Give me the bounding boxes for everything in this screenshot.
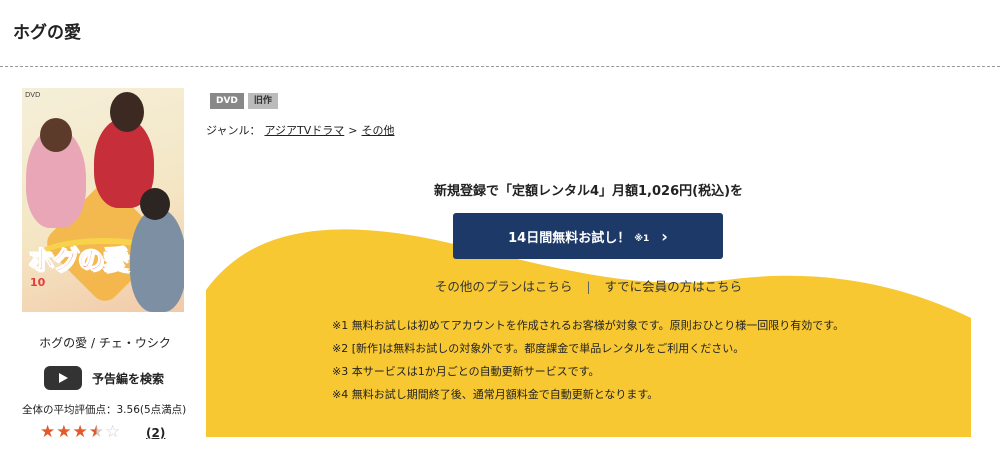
cover-volume: 10 — [30, 276, 46, 289]
page-title: ホグの愛 — [13, 23, 81, 43]
other-plans-link[interactable]: その他のプランはこちら — [435, 279, 573, 294]
cover-figure-right-head — [140, 188, 170, 220]
cover-dvd-mark: DVD — [25, 91, 41, 99]
badge-dvd: DVD — [210, 93, 244, 109]
play-icon — [44, 366, 82, 390]
cover-figure-right — [130, 208, 184, 312]
genre-link-other[interactable]: その他 — [361, 122, 394, 138]
star-full-icon: ★ — [40, 422, 56, 442]
plan-links: その他のプランはこちら | すでに会員の方はこちら — [206, 276, 971, 295]
free-trial-note: ※1 — [634, 234, 650, 244]
rating-stars: ★ ★ ★ ★ ☆ — [40, 424, 120, 441]
member-login-link[interactable]: すでに会員の方はこちら — [605, 279, 743, 294]
promo-notes: ※1 無料お試しは初めてアカウントを作成されるお客様が対象です。原則おひとり様一… — [332, 314, 844, 406]
format-badges: DVD 旧作 — [210, 93, 278, 109]
free-trial-button[interactable]: 14日間無料お試し！ ※1 › — [453, 213, 723, 259]
review-count-link[interactable]: (2) — [146, 426, 165, 440]
genre-separator: > — [348, 123, 358, 137]
cover-image[interactable]: DVD ホグの愛 10 — [22, 88, 184, 312]
note-item: ※4 無料お試し期間終了後、通常月額料金で自動更新となります。 — [332, 388, 659, 401]
note-item: ※1 無料お試しは初めてアカウントを作成されるお客様が対象です。原則おひとり様一… — [332, 319, 845, 332]
divider — [0, 66, 1000, 67]
trailer-label: 予告編を検索 — [92, 371, 165, 386]
cover-figure-top-head — [110, 92, 144, 132]
cover-figure-left-head — [40, 118, 72, 152]
note-item: ※3 本サービスは1か月ごとの自動更新サービスです。 — [332, 365, 600, 378]
promo-headline: 新規登録で「定額レンタル4」月額1,026円(税込)を — [433, 184, 744, 199]
chevron-right-icon: › — [661, 226, 668, 246]
genre-breadcrumb: ジャンル： アジアTVドラマ > その他 — [206, 122, 394, 138]
note-item: ※2 [新作]は無料お試しの対象外です。都度課金で単品レンタルをご利用ください。 — [332, 342, 745, 355]
star-full-icon: ★ — [72, 422, 88, 442]
trailer-search-button[interactable]: 予告編を検索 — [44, 366, 164, 390]
average-rating-text: 全体の平均評価点：3.56(5点満点) — [22, 404, 187, 416]
genre-link-asian-tv-drama[interactable]: アジアTVドラマ — [264, 122, 344, 138]
star-half-icon: ★ — [88, 422, 104, 442]
link-separator: | — [586, 279, 591, 294]
product-caption: ホグの愛 / チェ・ウシク — [39, 336, 171, 350]
star-full-icon: ★ — [56, 422, 72, 442]
cover-title-art: ホグの愛 — [27, 246, 129, 277]
free-trial-label: 14日間無料お試し！ — [508, 230, 631, 246]
star-empty-icon: ☆ — [105, 422, 121, 442]
badge-old-release: 旧作 — [247, 93, 278, 109]
genre-label: ジャンル： — [206, 124, 261, 137]
